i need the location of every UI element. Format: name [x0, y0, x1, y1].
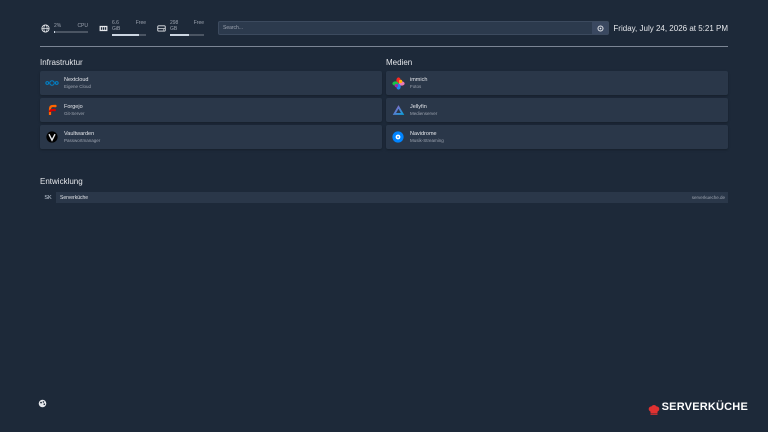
- cpu-widget: 2% CPU: [40, 23, 88, 33]
- service-name: immich: [410, 77, 428, 83]
- search-engine-icon: [597, 24, 604, 32]
- navidrome-icon: [391, 130, 405, 144]
- header-divider: [40, 46, 728, 47]
- bookmark-url: serverkueche.de: [691, 195, 725, 200]
- ram-widget: 6.6 GiB Free: [98, 20, 146, 36]
- ram-label: Free: [135, 20, 146, 27]
- immich-icon: [391, 76, 405, 90]
- ram-value: 6.6 GiB: [112, 20, 121, 33]
- service-description: Musik-Streaming: [410, 138, 444, 143]
- service-description: Passwortmanager: [64, 138, 101, 143]
- datetime-display: Friday, July 24, 2026 at 5:21 PM: [613, 23, 728, 33]
- cpu-value: 2%: [54, 23, 62, 30]
- vaultwarden-icon: [45, 130, 59, 144]
- service-name: Navidrome: [410, 131, 437, 137]
- service-card-forgejo[interactable]: Forgejo Git-Server: [40, 98, 382, 122]
- disk-value: 298 GB: [170, 20, 179, 33]
- service-name: Jellyfin: [410, 104, 427, 110]
- cpu-usage-bar: [54, 31, 88, 33]
- service-card-immich[interactable]: immich Fotos: [386, 71, 728, 95]
- top-bar: 2% CPU 6.6 GiB Free 298 GB Free Friday, Jul…: [40, 18, 728, 38]
- group-title-medien: Medien: [386, 58, 413, 67]
- memory-icon: [98, 23, 108, 33]
- hard-drive-icon: [156, 23, 166, 33]
- service-card-jellyfin[interactable]: Jellyfin Medienserver: [386, 98, 728, 122]
- service-description: Git-Server: [64, 111, 85, 116]
- brand-name: SERVERKÜCHE: [661, 401, 748, 413]
- group-title-entwicklung: Entwicklung: [40, 177, 83, 186]
- service-name: Nextcloud: [64, 77, 89, 83]
- cpu-label: CPU: [77, 23, 88, 30]
- brand-logo: SERVERKÜCHE: [648, 401, 748, 415]
- jellyfin-icon: [391, 103, 405, 117]
- service-card-vaultwarden[interactable]: Vaultwarden Passwortmanager: [40, 125, 382, 149]
- bookmark-name: Serverküche: [60, 194, 89, 201]
- disk-label: Free: [193, 20, 204, 27]
- search-box[interactable]: [218, 21, 610, 35]
- chef-hat-icon: [648, 402, 660, 415]
- service-description: Medienserver: [410, 111, 438, 116]
- service-description: Eigene Cloud: [64, 84, 92, 89]
- service-card-navidrome[interactable]: Navidrome Musik-Streaming: [386, 125, 728, 149]
- color-theme-icon[interactable]: [38, 395, 47, 408]
- group-title-infrastruktur: Infrastruktur: [40, 58, 83, 67]
- forgejo-icon: [45, 103, 59, 117]
- group-infrastruktur: Nextcloud Eigene Cloud Forgejo Git-Serve…: [40, 71, 382, 152]
- search-input[interactable]: [223, 25, 603, 31]
- disk-usage-bar: [170, 34, 204, 36]
- disk-widget: 298 GB Free: [156, 20, 204, 36]
- group-medien: immich Fotos Jellyfin Medienserver Navid…: [386, 71, 728, 152]
- bookmark-abbreviation: SK: [44, 194, 52, 201]
- globe-icon: [40, 23, 50, 33]
- search-engine-button[interactable]: [592, 22, 609, 34]
- nextcloud-icon: [45, 76, 59, 90]
- bookmark-serverkueche[interactable]: SK Serverküche serverkueche.de: [40, 192, 728, 203]
- service-card-nextcloud[interactable]: Nextcloud Eigene Cloud: [40, 71, 382, 95]
- service-description: Fotos: [410, 84, 422, 89]
- service-name: Forgejo: [64, 104, 83, 110]
- ram-usage-bar: [112, 34, 146, 36]
- service-name: Vaultwarden: [64, 131, 95, 137]
